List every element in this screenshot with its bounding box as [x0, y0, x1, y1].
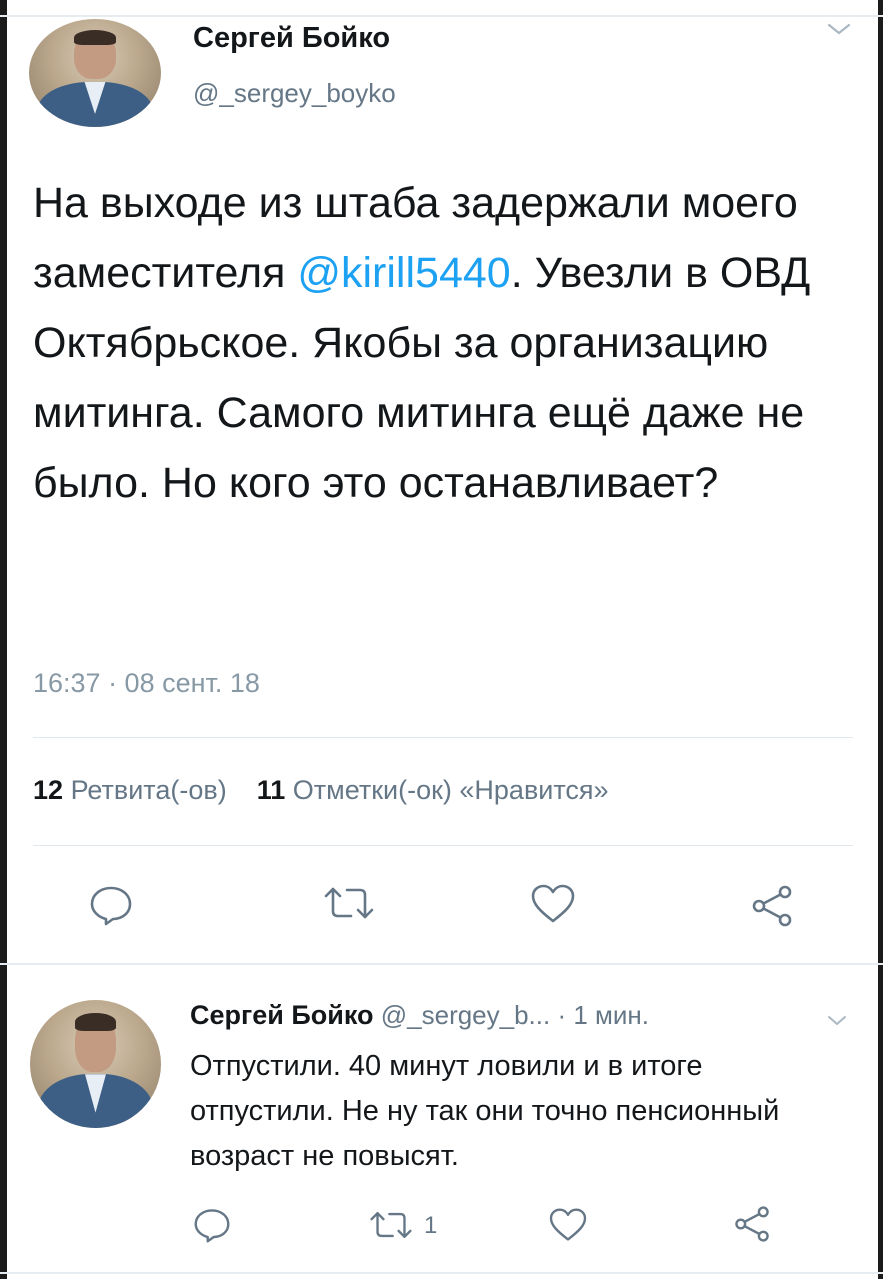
- heart-icon[interactable]: [548, 1208, 588, 1242]
- author-handle[interactable]: @_sergey_boyko: [193, 78, 396, 109]
- top-divider: [0, 15, 883, 17]
- retweet-icon[interactable]: [368, 1209, 414, 1241]
- reply-time: · 1 мин.: [557, 1000, 650, 1030]
- author-name[interactable]: Сергей Бойко: [193, 22, 390, 55]
- share-icon[interactable]: [733, 1205, 771, 1243]
- reply-header: Сергей Бойко @_sergey_b... · 1 мин.: [190, 1000, 649, 1031]
- screen-edge-right: [878, 0, 883, 1279]
- divider: [33, 845, 853, 846]
- thread-divider: [0, 963, 883, 965]
- reply-author-avatar[interactable]: [30, 1000, 161, 1128]
- divider: [33, 737, 853, 738]
- author-avatar[interactable]: [29, 19, 161, 127]
- reply-icon[interactable]: [192, 1207, 232, 1243]
- share-icon[interactable]: [750, 884, 794, 928]
- reply-author-name[interactable]: Сергей Бойко: [190, 1000, 374, 1030]
- reply-author-handle[interactable]: @_sergey_b...: [381, 1000, 550, 1030]
- likes-stat[interactable]: 11 Отметки(-ок) «Нравится»: [257, 775, 609, 805]
- reply-icon[interactable]: [88, 884, 134, 926]
- screen-edge-left: [0, 0, 7, 1279]
- reply-retweet-count: 1: [424, 1212, 438, 1239]
- tweet-text: На выходе из штаба задержали моего замес…: [33, 179, 811, 507]
- tweet-timestamp: 16:37 · 08 сент. 18: [33, 668, 260, 698]
- chevron-down-icon[interactable]: [826, 1013, 848, 1027]
- bottom-divider: [0, 1272, 883, 1274]
- reply-text: Отпустили. 40 минут ловили и в итоге отп…: [190, 1050, 780, 1172]
- mention-link[interactable]: @kirill5440: [297, 249, 510, 297]
- retweet-icon[interactable]: [322, 884, 376, 922]
- tweet-stats: 12 Ретвита(-ов) 11 Отметки(-ок) «Нравится…: [33, 775, 609, 806]
- retweets-stat[interactable]: 12 Ретвита(-ов): [33, 775, 227, 805]
- chevron-down-icon[interactable]: [826, 20, 852, 38]
- heart-icon[interactable]: [530, 884, 576, 924]
